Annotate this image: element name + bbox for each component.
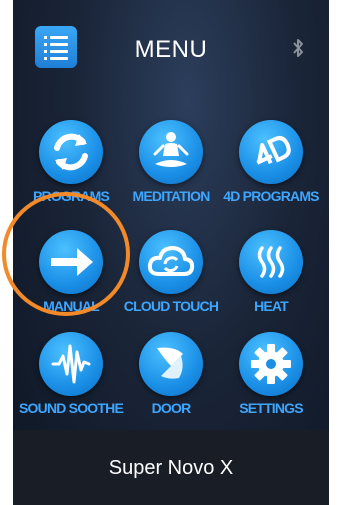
tile-label: 4D PROGRAMS <box>223 188 319 204</box>
page-title: MENU <box>134 36 208 63</box>
4d-icon <box>239 120 303 184</box>
tile-settings[interactable]: SETTINGS <box>216 332 326 440</box>
tile-label: SETTINGS <box>239 400 303 416</box>
tile-cloud-touch[interactable]: CLOUD TOUCH <box>116 230 226 338</box>
tile-meditation[interactable]: MEDITATION <box>116 120 226 228</box>
bluetooth-icon[interactable] <box>291 36 305 60</box>
sound-wave-icon <box>39 332 103 396</box>
tile-door[interactable]: DOOR <box>116 332 226 440</box>
model-name: Super Novo X <box>108 457 234 479</box>
tile-label: HEAT <box>254 298 289 314</box>
door-icon <box>139 332 203 396</box>
tile-4d-programs[interactable]: 4D PROGRAMS <box>216 120 326 228</box>
cloud-sync-icon <box>139 230 203 294</box>
highlight-circle <box>2 192 130 316</box>
tile-heat[interactable]: HEAT <box>216 230 326 338</box>
meditation-icon <box>139 120 203 184</box>
refresh-icon <box>39 120 103 184</box>
footer-bar: Super Novo X <box>13 430 329 505</box>
heat-waves-icon <box>239 230 303 294</box>
gear-icon <box>239 332 303 396</box>
tile-sound-soothe[interactable]: SOUND SOOTHE <box>16 332 126 440</box>
header: MENU <box>13 0 329 96</box>
